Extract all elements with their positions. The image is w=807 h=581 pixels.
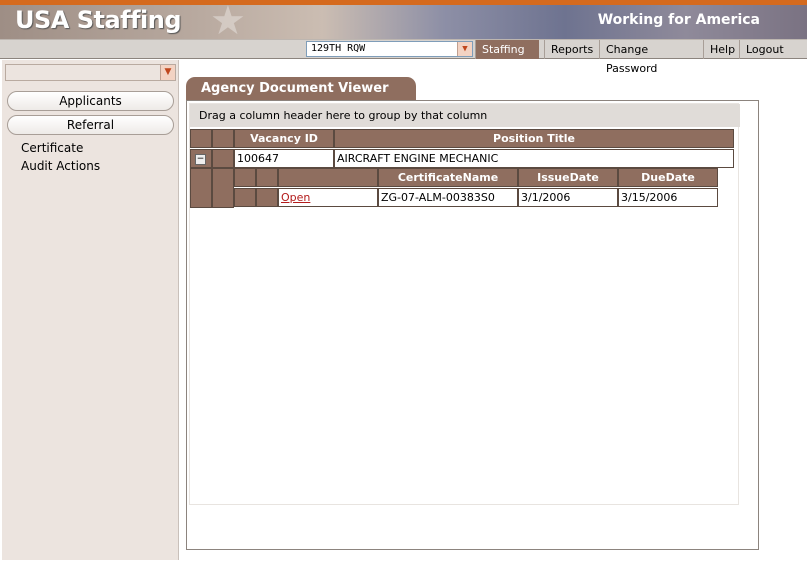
column-header-vacancy-id[interactable]: Vacancy ID: [234, 129, 334, 148]
child-indent: [212, 168, 234, 208]
child-cell-action: Open: [278, 188, 378, 207]
column-header-issue-date[interactable]: IssueDate: [518, 168, 618, 187]
child-header-spacer: [256, 168, 278, 187]
sidebar-select[interactable]: ▼: [5, 64, 176, 81]
nav-change-password[interactable]: Change Password: [599, 40, 701, 75]
child-row-spacer: [256, 188, 278, 207]
referral-button[interactable]: Referral: [7, 115, 174, 135]
chevron-down-icon[interactable]: ▼: [160, 65, 175, 80]
grid-header-spacer: [190, 129, 212, 148]
cell-position-title: AIRCRAFT ENGINE MECHANIC: [334, 149, 734, 168]
banner-stripe: [0, 0, 807, 5]
cell-vacancy-id: 100647: [234, 149, 334, 168]
header-banner: ★ USA Staffing Working for America: [0, 0, 807, 44]
document-grid: Drag a column header here to group by th…: [189, 103, 740, 505]
cell-certificate-name: ZG-07-ALM-00383S0: [378, 188, 518, 207]
nav-staffing[interactable]: Staffing: [475, 40, 539, 59]
column-header-certificate-name[interactable]: CertificateName: [378, 168, 518, 187]
column-header-position-title[interactable]: Position Title: [334, 129, 734, 148]
row-spacer: [212, 149, 234, 168]
organization-select-value: 129TH RQW: [311, 43, 366, 54]
child-row-spacer: [234, 188, 256, 207]
group-by-bar[interactable]: Drag a column header here to group by th…: [190, 104, 740, 127]
chevron-down-icon[interactable]: ▼: [457, 42, 472, 56]
grid-header-spacer: [212, 129, 234, 148]
row-expander-cell: −: [190, 149, 212, 168]
brand-logo: USA Staffing: [15, 6, 182, 34]
sidebar-link-certificate[interactable]: Certificate: [21, 141, 83, 155]
sidebar-link-audit-actions[interactable]: Audit Actions: [21, 159, 100, 173]
nav-logout[interactable]: Logout: [739, 40, 787, 59]
child-header-spacer: [234, 168, 256, 187]
child-header-action: [278, 168, 378, 187]
cell-issue-date: 3/1/2006: [518, 188, 618, 207]
document-viewer-panel: Drag a column header here to group by th…: [186, 100, 759, 550]
open-link[interactable]: Open: [281, 191, 310, 204]
tagline: Working for America: [597, 12, 760, 28]
page-title: Agency Document Viewer: [186, 77, 416, 100]
sidebar: ▼ Applicants Referral Certificate Audit …: [2, 60, 179, 560]
organization-select[interactable]: 129TH RQW ▼: [306, 41, 473, 57]
nav-reports[interactable]: Reports: [544, 40, 598, 59]
child-indent: [190, 168, 212, 208]
applicants-button[interactable]: Applicants: [7, 91, 174, 111]
flag-star-decoration: ★: [210, 0, 246, 44]
nav-help[interactable]: Help: [703, 40, 738, 59]
cell-due-date: 3/15/2006: [618, 188, 718, 207]
collapse-minus-icon[interactable]: −: [195, 154, 206, 165]
top-navbar: 129TH RQW ▼ Staffing Reports Change Pass…: [0, 39, 807, 75]
column-header-due-date[interactable]: DueDate: [618, 168, 718, 187]
